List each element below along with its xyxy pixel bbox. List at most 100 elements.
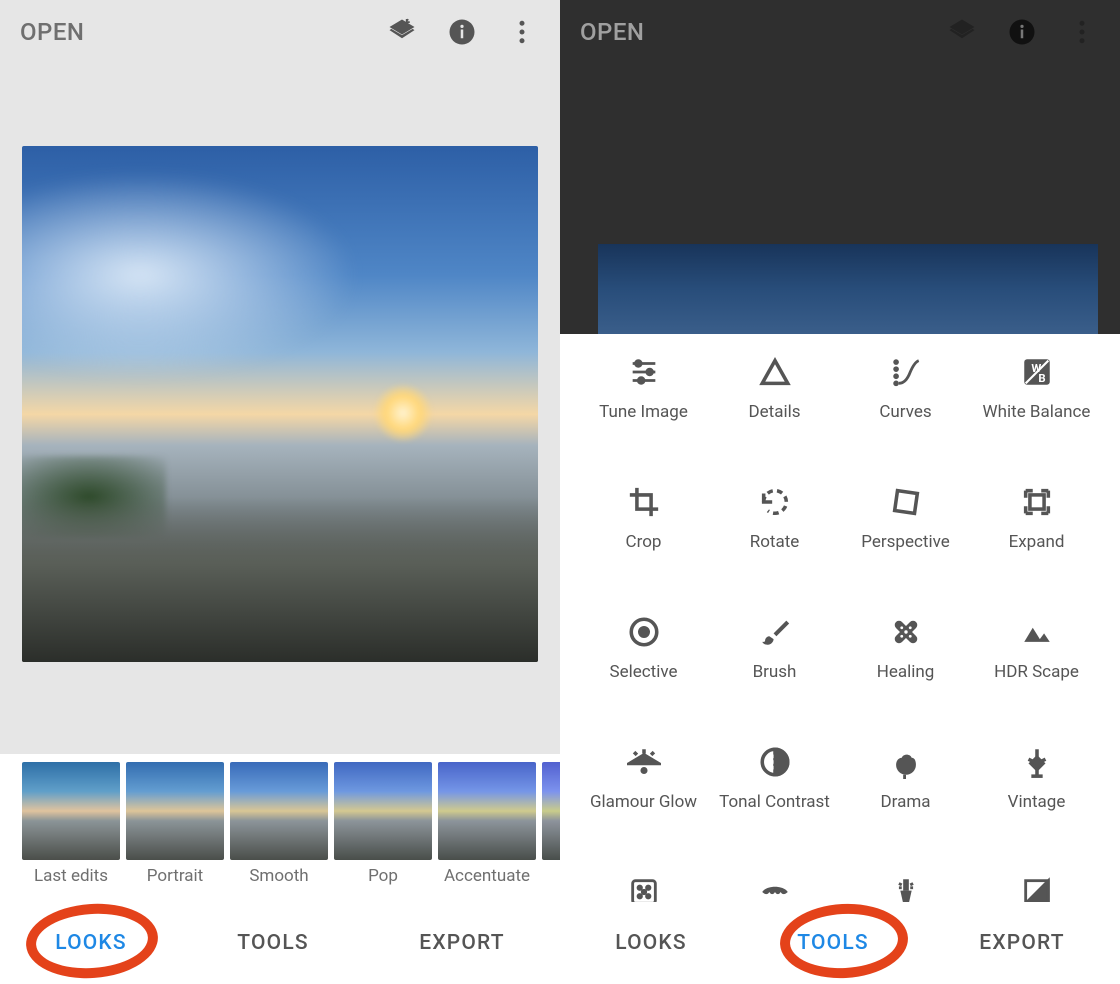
tool-label: Perspective [861, 532, 949, 552]
tool-crop[interactable]: Crop [578, 476, 709, 552]
wb-icon: WB [1017, 352, 1057, 392]
tool-label: Tonal Contrast [719, 792, 830, 812]
tool-selective[interactable]: Selective [578, 606, 709, 682]
look-item[interactable]: Portrait [126, 762, 224, 886]
tool-label: Vintage [1008, 792, 1066, 812]
brush-icon [755, 612, 795, 652]
tool-label: Glamour Glow [590, 792, 697, 812]
look-label: Pop [334, 866, 432, 886]
look-thumb [438, 762, 536, 860]
tool-details[interactable]: Details [709, 346, 840, 422]
look-thumb [334, 762, 432, 860]
svg-text:B: B [1038, 371, 1045, 385]
tab-export-r[interactable]: EXPORT [971, 925, 1073, 961]
glow-icon [624, 742, 664, 782]
tool-label: Crop [626, 532, 662, 552]
look-item[interactable]: Pop [334, 762, 432, 886]
expand-icon [1017, 482, 1057, 522]
tool-grainy[interactable] [578, 866, 709, 902]
drama-icon [886, 742, 926, 782]
tool-retro[interactable] [709, 866, 840, 902]
look-thumb [542, 762, 560, 860]
look-label: Accentuate [438, 866, 536, 886]
main-photo[interactable] [22, 146, 538, 662]
tool-brush[interactable]: Brush [709, 606, 840, 682]
look-label: Last edits [22, 866, 120, 886]
tool-label: Tune Image [599, 402, 688, 422]
dimmed-photo [598, 244, 1098, 334]
tab-looks-r[interactable]: LOOKS [607, 925, 695, 961]
tab-tools[interactable]: TOOLS [229, 925, 317, 961]
tool-label: Healing [877, 662, 935, 682]
info-icon[interactable] [444, 14, 480, 50]
tool-healing[interactable]: Healing [840, 606, 971, 682]
look-thumb [230, 762, 328, 860]
tool-label: Drama [881, 792, 931, 812]
tool-bw[interactable] [971, 866, 1102, 902]
crop-icon [624, 482, 664, 522]
bottom-tabs-left: LOOKS TOOLS EXPORT [0, 902, 560, 984]
tool-label: Expand [1009, 532, 1065, 552]
grunge-icon [886, 872, 926, 902]
tool-label: Brush [753, 662, 797, 682]
tools-panel: Tune Image Details Curves WB White Balance Cr… [560, 334, 1120, 902]
look-item[interactable]: Accentuate [438, 762, 536, 886]
tool-label: Details [748, 402, 800, 422]
tab-tools-r[interactable]: TOOLS [789, 925, 877, 961]
look-label: Smooth [230, 866, 328, 886]
tool-tonal[interactable]: Tonal Contrast [709, 736, 840, 812]
retro-icon [755, 872, 795, 902]
tonal-icon [755, 742, 795, 782]
pane-looks: OPEN Last edits Portrait Smooth Pop Accentua… [0, 0, 560, 984]
tool-expand[interactable]: Expand [971, 476, 1102, 552]
look-thumb [126, 762, 224, 860]
look-label: Portrait [126, 866, 224, 886]
look-thumb [22, 762, 120, 860]
tool-drama[interactable]: Drama [840, 736, 971, 812]
bottom-tabs-right: LOOKS TOOLS EXPORT [560, 902, 1120, 984]
tool-rotate[interactable]: Rotate [709, 476, 840, 552]
layers-icon[interactable] [384, 14, 420, 50]
look-item[interactable]: Last edits [22, 762, 120, 886]
layers-icon-dim[interactable] [944, 14, 980, 50]
canvas-area [0, 64, 560, 754]
tool-label: Selective [610, 662, 678, 682]
tool-perspective[interactable]: Perspective [840, 476, 971, 552]
rotate-icon [755, 482, 795, 522]
topbar: OPEN [0, 0, 560, 64]
vintage-icon [1017, 742, 1057, 782]
tool-label: Rotate [750, 532, 800, 552]
tool-label: Curves [879, 402, 931, 422]
more-icon-dim[interactable] [1064, 14, 1100, 50]
tab-looks[interactable]: LOOKS [47, 925, 135, 961]
look-item[interactable]: Fac [542, 762, 560, 886]
tab-export[interactable]: EXPORT [411, 925, 513, 961]
bw-icon [1017, 872, 1057, 902]
grainy-icon [624, 872, 664, 902]
tool-curves[interactable]: Curves [840, 346, 971, 422]
look-label: Fac [542, 866, 560, 886]
hdr-icon [1017, 612, 1057, 652]
tool-label: White Balance [983, 402, 1091, 422]
topbar-dim: OPEN [560, 0, 1120, 64]
tool-glow[interactable]: Glamour Glow [578, 736, 709, 812]
look-item[interactable]: Smooth [230, 762, 328, 886]
tool-label: HDR Scape [994, 662, 1079, 682]
curves-icon [886, 352, 926, 392]
tool-tune[interactable]: Tune Image [578, 346, 709, 422]
selective-icon [624, 612, 664, 652]
pane-tools: OPEN Tune Image Details Curves WB White Bala… [560, 0, 1120, 984]
more-icon[interactable] [504, 14, 540, 50]
healing-icon [886, 612, 926, 652]
perspective-icon [886, 482, 926, 522]
looks-strip: Last edits Portrait Smooth Pop Accentuate Fac [0, 754, 560, 902]
tool-hdr[interactable]: HDR Scape [971, 606, 1102, 682]
open-button[interactable]: OPEN [20, 18, 84, 46]
details-icon [755, 352, 795, 392]
tool-vintage[interactable]: Vintage [971, 736, 1102, 812]
tool-wb[interactable]: WB White Balance [971, 346, 1102, 422]
tool-grunge[interactable] [840, 866, 971, 902]
open-button-dim[interactable]: OPEN [580, 18, 644, 46]
info-icon-dim[interactable] [1004, 14, 1040, 50]
tune-icon [624, 352, 664, 392]
